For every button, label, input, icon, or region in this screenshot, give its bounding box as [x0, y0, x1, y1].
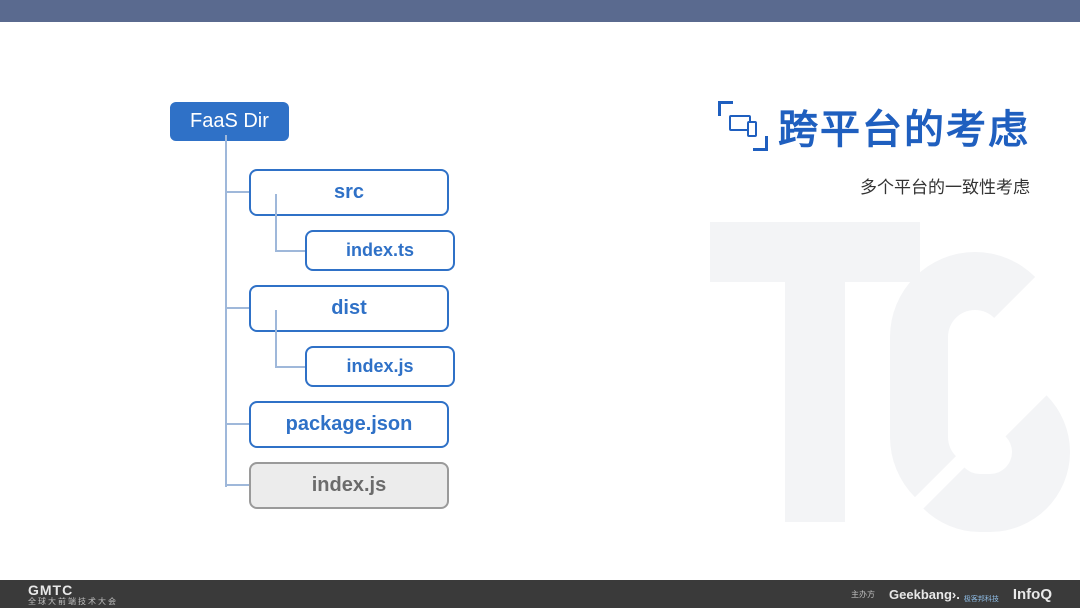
tree-label: src: [249, 169, 449, 216]
geekbang-subtext: 极客邦科技: [964, 594, 999, 604]
devices-icon: [720, 103, 766, 149]
tree-root: FaaS Dir: [170, 102, 289, 141]
tree-node-dist: dist index.js: [249, 285, 590, 387]
slide-subtitle: 多个平台的一致性考虑: [720, 173, 1030, 198]
tree-node-dist-child: index.js: [305, 346, 590, 387]
slide-title: 跨平台的考虑: [778, 97, 1030, 155]
top-bar: [0, 0, 1080, 22]
directory-tree: FaaS Dir src index.ts dist index.js pack…: [170, 102, 590, 523]
tree-node-indexjs: index.js: [249, 462, 590, 509]
tree-node-src: src index.ts: [249, 169, 590, 271]
slide: 跨平台的考虑 多个平台的一致性考虑 FaaS Dir src index.ts …: [0, 22, 1080, 580]
gmtc-text: GMTC: [28, 582, 73, 598]
infoq-logo: InfoQ: [1013, 586, 1052, 603]
tree-label: index.js: [249, 462, 449, 509]
footer-left: GMTC 全球大前端技术大会: [28, 582, 118, 606]
geekbang-logo: Geekbang›.: [889, 587, 960, 602]
tree-label: index.js: [305, 346, 455, 387]
footer-right: 主办方 Geekbang›. 极客邦科技 InfoQ: [851, 584, 1052, 604]
footer-bar: GMTC 全球大前端技术大会 主办方 Geekbang›. 极客邦科技 Info…: [0, 580, 1080, 608]
tree-label: dist: [249, 285, 449, 332]
tree-label: package.json: [249, 401, 449, 448]
gmtc-subtext: 全球大前端技术大会: [28, 598, 118, 606]
title-block: 跨平台的考虑 多个平台的一致性考虑: [720, 97, 1030, 198]
background-ts-watermark: [710, 192, 1070, 532]
tree-node-package: package.json: [249, 401, 590, 448]
tree-label: index.ts: [305, 230, 455, 271]
host-label: 主办方: [851, 589, 875, 600]
tree-node-src-child: index.ts: [305, 230, 590, 271]
gmtc-logo: GMTC 全球大前端技术大会: [28, 582, 118, 606]
